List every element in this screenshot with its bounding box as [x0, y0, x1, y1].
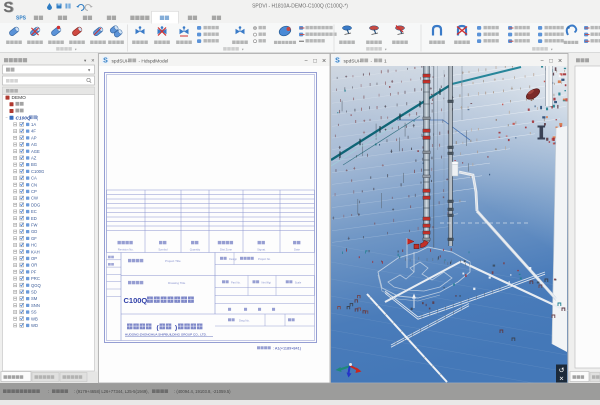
- svg-text:✕: ✕: [322, 59, 327, 65]
- svg-text:PF: PF: [31, 269, 37, 274]
- svg-text:AZ: AZ: [31, 156, 37, 161]
- svg-text:□: □: [549, 59, 553, 65]
- svg-text:S: S: [335, 58, 340, 65]
- svg-text:Revision No.: Revision No.: [118, 248, 134, 252]
- svg-text:4F: 4F: [31, 129, 36, 134]
- svg-text:AP: AP: [31, 135, 37, 140]
- svg-text:HC: HC: [31, 243, 37, 248]
- svg-text:Project No.: Project No.: [258, 257, 271, 261]
- svg-text:1: 1: [384, 59, 387, 65]
- svg-text:Part No.: Part No.: [231, 281, 241, 285]
- svg-text::: :: [48, 389, 49, 394]
- svg-text:spdSUI-: spdSUI-: [344, 59, 362, 65]
- svg-text:✕: ✕: [91, 58, 95, 63]
- svg-text:C100G: C100G: [31, 169, 44, 174]
- svg-text:EC: EC: [31, 209, 37, 214]
- svg-text:Project Title: Project Title: [165, 259, 181, 263]
- svg-text:AGE: AGE: [31, 149, 40, 154]
- svg-text:SS: SS: [31, 310, 37, 315]
- svg-text:GD: GD: [31, 229, 37, 234]
- svg-text:SNN: SNN: [31, 303, 40, 308]
- svg-text:1A: 1A: [31, 122, 36, 127]
- svg-text:S: S: [3, 0, 13, 16]
- svg-text:OR: OR: [31, 263, 37, 268]
- svg-text:ED: ED: [31, 216, 37, 221]
- svg-text:SM: SM: [31, 296, 38, 301]
- svg-text:SPS: SPS: [16, 16, 27, 22]
- svg-text:: (9179+4658) L26+77344, L25-5: : (9179+4658) L26+77344, L25-5(1949),: [74, 389, 149, 394]
- svg-text:Dwg No.: Dwg No.: [239, 319, 250, 323]
- svg-text:Signat.: Signat.: [257, 248, 266, 252]
- svg-text:Scale: Scale: [295, 281, 302, 285]
- svg-text:SD: SD: [31, 290, 37, 295]
- svg-text:Dist Zone: Dist Zone: [220, 248, 232, 252]
- svg-text:−: −: [304, 59, 308, 65]
- svg-text:SPDVI - H1810A-DEMO-C100Q (C: SPDVI - H1810A-DEMO-C100Q (C100Q-*): [252, 4, 348, 10]
- svg-text:□: □: [313, 59, 317, 65]
- svg-text:spdSUI-: spdSUI-: [112, 59, 130, 65]
- svg-text:▾: ▾: [385, 47, 387, 51]
- svg-text:WD: WD: [31, 323, 38, 328]
- svg-text:C100Q: C100Q: [124, 296, 148, 305]
- svg-text:C100Q: C100Q: [16, 115, 31, 121]
- svg-text:HUDONG-ZHONGHUA SHIPBUILDING G: HUDONG-ZHONGHUA SHIPBUILDING GROUP CO., …: [125, 333, 207, 337]
- svg-text:GF: GF: [31, 236, 37, 241]
- svg-text:▾: ▾: [551, 47, 553, 51]
- svg-text:Drawing Title: Drawing Title: [168, 281, 186, 285]
- svg-text:BG: BG: [31, 162, 37, 167]
- svg-text:Date: Date: [294, 248, 300, 252]
- svg-text:OP: OP: [31, 256, 37, 261]
- svg-text:CN: CN: [31, 182, 37, 187]
- svg-text:): ): [175, 325, 177, 332]
- svg-text:−: −: [540, 59, 544, 65]
- svg-text:✕: ✕: [559, 377, 564, 383]
- svg-text:Symbol: Symbol: [158, 248, 168, 252]
- svg-text:QGQ: QGQ: [31, 283, 42, 288]
- svg-text:PRC: PRC: [31, 276, 40, 281]
- svg-text:DEMO: DEMO: [12, 95, 27, 101]
- svg-text:Quantity: Quantity: [190, 248, 201, 252]
- svg-text:Design: Design: [229, 257, 238, 261]
- svg-text:S: S: [103, 58, 108, 65]
- svg-text:: (40094.4, 19103.8, -21059.5): : (40094.4, 19103.8, -21059.5): [174, 389, 231, 394]
- svg-text:DDG: DDG: [31, 202, 40, 207]
- svg-text:AG: AG: [31, 142, 37, 147]
- svg-text:↺: ↺: [559, 368, 565, 375]
- svg-text:WB: WB: [31, 316, 38, 321]
- svg-text:▾: ▾: [242, 47, 244, 51]
- svg-text:CA: CA: [31, 176, 37, 181]
- svg-text:CW: CW: [31, 196, 38, 201]
- svg-text:KAH: KAH: [31, 249, 40, 254]
- svg-text:✕: ✕: [558, 59, 563, 65]
- svg-text:Net Wgt: Net Wgt: [262, 281, 272, 285]
- svg-text:- HdspdModel: - HdspdModel: [139, 59, 169, 65]
- svg-text:CP: CP: [31, 189, 37, 194]
- svg-text:: A1(×1189×841): : A1(×1189×841): [273, 347, 302, 351]
- svg-text:▾: ▾: [75, 47, 77, 51]
- svg-text:FW: FW: [31, 223, 38, 228]
